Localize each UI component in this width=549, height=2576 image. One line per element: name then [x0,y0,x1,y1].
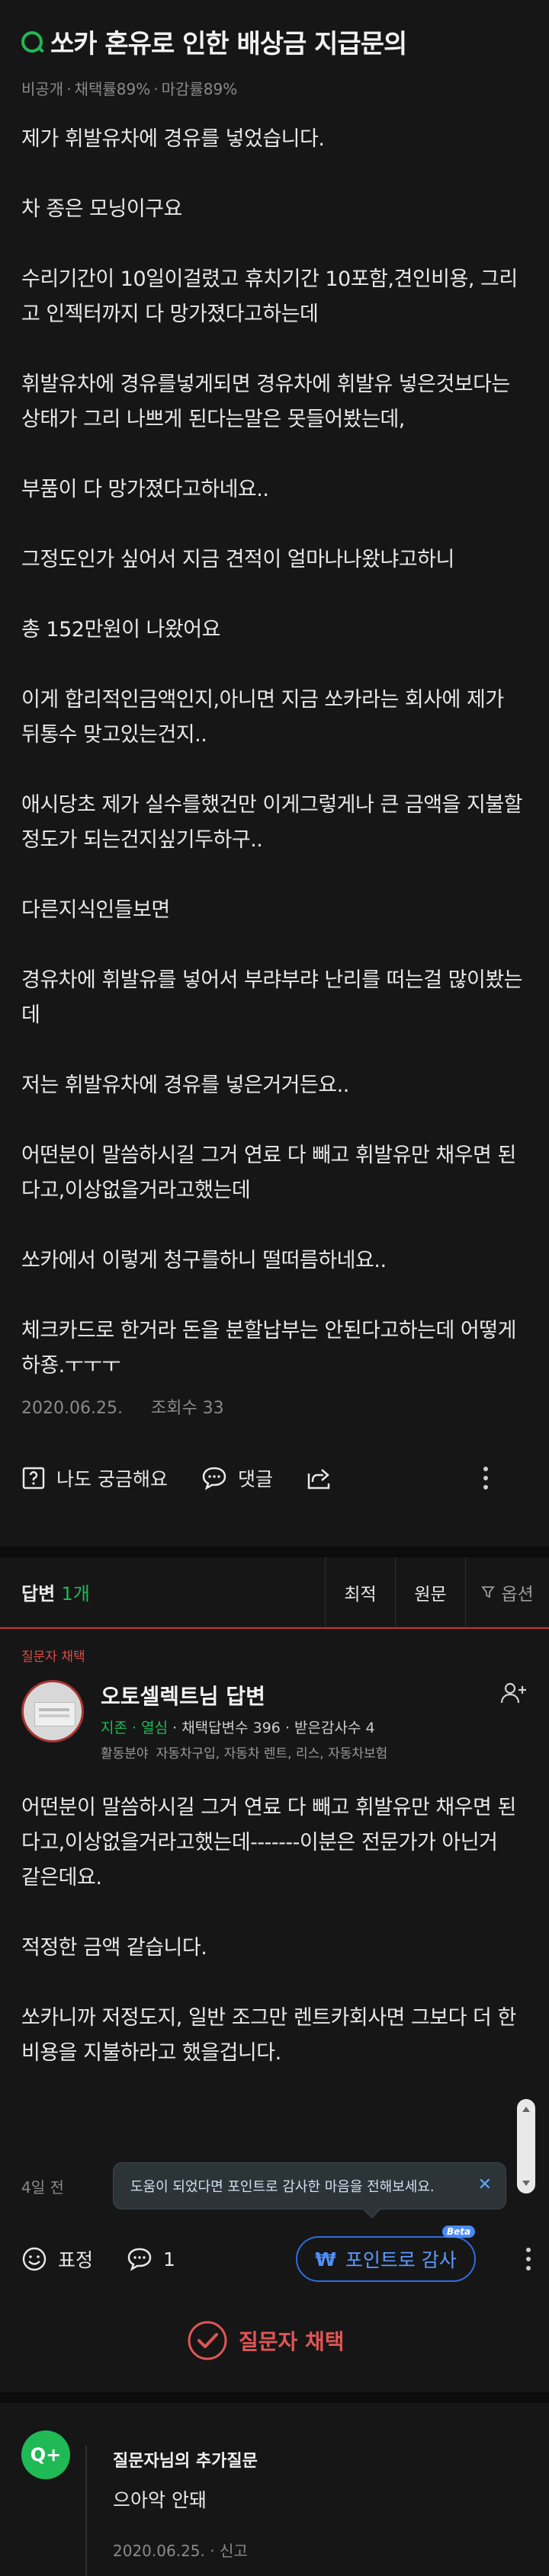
answerer-answer-count: 채택답변수 396 [181,1720,281,1736]
question-header: 쏘카 혼유로 인한 배상금 지급문의 비공개 · 채택률89% · 마감률89% [21,23,528,99]
won-icon: ₩ [315,2248,336,2270]
comment-bubble-icon [202,1467,226,1490]
answer-comment-count: 1 [163,2248,175,2270]
followup-meta: 2020.06.25. · 신고 [113,2542,248,2560]
question-q-icon [21,30,43,53]
filter-label: 옵션 [501,1584,534,1605]
answerer-profile: 오토셀렉트님 답변 지존 · 열심 · 채택답변수 396 · 받은감사수 4 … [21,1680,534,1764]
more-options-button[interactable] [482,1465,500,1491]
question-paragraph: 경유차에 휘발유를 넣어서 부랴부랴 난리를 떠는걸 많이봤는데 [21,968,523,1027]
chosen-by-asker-mark: 질문자 채택 [187,2320,345,2361]
question-views: 조회수 33 [150,1399,224,1418]
more-dots-icon [526,2248,531,2270]
question-meta: 비공개 · 채택률89% · 마감률89% [21,80,238,98]
thanks-points-button[interactable]: ₩ 포인트로 감사 [296,2236,476,2282]
section-divider [0,2392,549,2403]
filter-icon [481,1586,496,1598]
answerer-fields: 활동분야 자동차구입, 자동차 렌트, 리스, 자동차보험 [101,1742,387,1762]
question-paragraph: 그정도인가 싶어서 지금 견적이 얼마나나왔냐고하니 [21,548,454,571]
answer-time: 4일 전 [21,2178,64,2197]
answer-more-button[interactable] [525,2246,532,2275]
question-paragraph: 휘발유차에 경유를넣게되면 경유차에 휘발유 넣은것보다는 상태가 그리 나쁘게… [21,373,510,431]
answer-count: 답변 1개 [0,1579,325,1605]
question-actions: 나도 궁금해요 댓글 [21,1459,534,1497]
answer-paragraph: 적정한 금액 같습니다. [21,1936,207,1960]
answers-bar: 답변 1개 최적 원문 옵션 [0,1557,549,1627]
answer-body: 어떤분이 말씀하시길 그거 연료 다 빼고 휘발유만 채우면 된다고,이상없을거… [21,1790,517,2071]
followup-divider [85,2446,87,2576]
answerer-stats: 지존 · 열심 · 채택답변수 396 · 받은감사수 4 [101,1720,375,1736]
scrollbar-thumb[interactable] [517,2099,535,2194]
comment-bubble-icon [127,2248,152,2271]
share-icon [307,1469,330,1490]
question-paragraph: 다른지식인들보면 [21,898,170,922]
more-dots-icon [483,1467,488,1490]
thanks-label: 포인트로 감사 [345,2249,457,2271]
question-paragraph: 체크카드로 한거라 돈을 분할납부는 안된다고하는데 어떻게하죵.ㅜㅜㅜ [21,1319,516,1378]
chosen-mark-label: 질문자 채택 [239,2329,345,2354]
question-paragraph: 이게 합리적인금액인지,아니면 지금 쏘카라는 회사에 제가 뒤통수 맞고있는건… [21,688,504,747]
question-paragraph: 어떤분이 말씀하시길 그거 연료 다 빼고 휘발유만 채우면 된다고,이상없을거… [21,1144,516,1202]
chosen-answer-accent-line [0,1627,549,1629]
chosen-answer-label: 질문자 채택 [21,1650,85,1665]
answer-count-number: 1개 [61,1583,90,1605]
adopt-rate-text: 채택률89% [74,80,151,98]
answerer-avatar[interactable] [21,1680,84,1742]
question-date: 2020.06.25. [21,1399,123,1418]
followup-date: 2020.06.25. [113,2542,205,2560]
close-icon[interactable]: ✕ [478,2175,492,2194]
section-divider [0,1547,549,1557]
field-values: 자동차구입, 자동차 렌트, 리스, 자동차보험 [156,1746,388,1762]
question-paragraph: 차 종은 모닝이구요 [21,197,182,221]
question-body: 제가 휘발유차에 경유를 넣었습니다. 차 종은 모닝이구요 수리기간이 10일… [21,122,528,1384]
question-paragraph: 수리기간이 10일이걸렸고 휴치기간 10포함,견인비용, 그리고 인젝터까지 … [21,267,518,326]
add-user-icon [500,1682,526,1704]
answerer-name[interactable]: 오토셀렉트님 답변 [101,1680,265,1710]
field-label: 활동분야 [101,1746,149,1762]
beta-badge: Beta [442,2226,476,2238]
question-paragraph: 저는 휘발유차에 경유를 넣은거거든요.. [21,1074,349,1097]
question-paragraph: 부품이 다 망가졌다고하네요.. [21,478,269,501]
answer-comment-button[interactable]: 1 [127,2247,175,2271]
curious-label: 나도 궁금해요 [56,1468,168,1490]
question-title: 쏘카 혼유로 인한 배상금 지급문의 [50,29,407,59]
answerer-title: 열심 [141,1720,169,1736]
question-paragraph: 제가 휘발유차에 경유를 넣었습니다. [21,127,325,151]
close-rate-text: 마감률89% [161,80,238,98]
question-box-icon [22,1467,45,1490]
question-info: 2020.06.25. 조회수 33 [21,1394,224,1419]
question-paragraph: 애시당초 제가 실수를했건만 이게그렇게나 큰 금액을 지불할정도가 되는건지싶… [21,793,523,852]
expression-label: 표정 [58,2249,94,2271]
answerer-thanks-count: 받은감사수 4 [294,1720,375,1736]
share-button[interactable] [307,1466,345,1490]
check-circle-icon [188,2321,227,2360]
visibility-text: 비공개 [21,80,64,98]
question-paragraph: 쏘카에서 이렇게 청구를하니 떨떠름하네요.. [21,1249,387,1272]
followup-text: 으아악 안돼 [113,2489,207,2511]
sort-original-button[interactable]: 원문 [395,1557,465,1627]
comment-label: 댓글 [237,1468,273,1490]
comment-button[interactable]: 댓글 [201,1464,273,1492]
sort-best-button[interactable]: 최적 [325,1557,395,1627]
expression-button[interactable]: 표정 [21,2245,93,2273]
thanks-tooltip: 도움이 되었다면 포인트로 감사한 마음을 전해보세요. ✕ [113,2162,506,2210]
filter-options-button[interactable]: 옵션 [465,1557,549,1627]
answer-paragraph: 쏘카니까 저정도지, 일반 조그만 렌트카회사면 그보다 더 한비용을 지불하라… [21,2006,516,2065]
tooltip-text: 도움이 되었다면 포인트로 감사한 마음을 전해보세요. [130,2179,435,2195]
answer-paragraph: 어떤분이 말씀하시길 그거 연료 다 빼고 휘발유만 채우면 된다고,이상없을거… [21,1796,516,1890]
answer-count-label: 답변 [21,1583,56,1605]
answerer-grade: 지존 [101,1720,127,1736]
report-link[interactable]: 신고 [220,2542,248,2560]
follow-user-button[interactable] [500,1682,528,1707]
followup-title: 질문자님의 추가질문 [113,2452,258,2471]
question-paragraph: 총 152만원이 나왔어요 [21,618,220,642]
curious-button[interactable]: 나도 궁금해요 [21,1464,168,1492]
smile-icon [22,2247,47,2271]
q-plus-badge: Q+ [21,2430,70,2479]
